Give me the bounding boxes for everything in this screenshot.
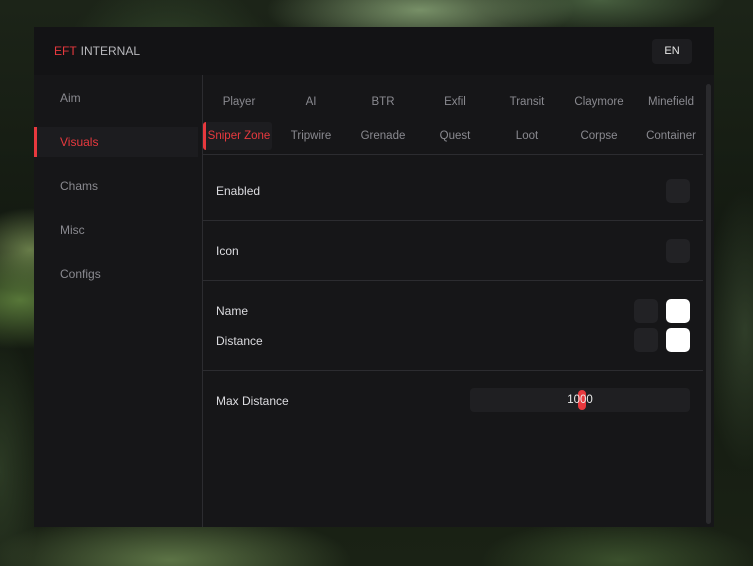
- distance-color-swatch[interactable]: [666, 328, 690, 352]
- section-divider: [203, 220, 703, 221]
- distance-checkbox[interactable]: [634, 328, 658, 352]
- distance-label: Distance: [216, 334, 263, 348]
- icon-label: Icon: [216, 244, 239, 258]
- max-distance-value: 1000: [567, 394, 593, 406]
- tab-btr[interactable]: BTR: [347, 88, 419, 116]
- brand-text: EFT: [54, 44, 77, 58]
- icon-checkbox[interactable]: [666, 239, 690, 263]
- enabled-label: Enabled: [216, 184, 261, 198]
- app-title: EFT INTERNAL: [54, 44, 140, 58]
- tab-quest[interactable]: Quest: [419, 122, 491, 150]
- tab-loot[interactable]: Loot: [491, 122, 563, 150]
- section-divider: [203, 370, 703, 371]
- sidebar-item-visuals[interactable]: Visuals: [34, 127, 198, 157]
- tab-ai[interactable]: AI: [275, 88, 347, 116]
- max-distance-slider[interactable]: 1000: [470, 388, 690, 412]
- enabled-checkbox[interactable]: [666, 179, 690, 203]
- tab-minefield[interactable]: Minefield: [635, 88, 707, 116]
- main-window: EFT INTERNAL EN Aim Visuals Chams Misc Co…: [34, 27, 714, 527]
- sidebar-item-misc[interactable]: Misc: [34, 215, 198, 245]
- sidebar-item-chams[interactable]: Chams: [34, 171, 198, 201]
- tab-container[interactable]: Container: [635, 122, 707, 150]
- name-color-swatch[interactable]: [666, 299, 690, 323]
- tab-transit[interactable]: Transit: [491, 88, 563, 116]
- sidebar-item-configs[interactable]: Configs: [34, 259, 198, 289]
- max-distance-label: Max Distance: [216, 394, 289, 408]
- title-bar: EFT INTERNAL EN: [34, 27, 714, 75]
- tab-sniper-zone[interactable]: Sniper Zone: [203, 122, 272, 150]
- tab-player[interactable]: Player: [203, 88, 275, 116]
- sidebar-item-aim[interactable]: Aim: [34, 83, 198, 113]
- section-divider: [203, 280, 703, 281]
- tab-claymore[interactable]: Claymore: [563, 88, 635, 116]
- tab-corpse[interactable]: Corpse: [563, 122, 635, 150]
- language-button[interactable]: EN: [652, 39, 692, 64]
- sidebar: Aim Visuals Chams Misc Configs: [34, 75, 202, 527]
- tabs-divider: [203, 154, 703, 155]
- name-label: Name: [216, 304, 249, 318]
- tab-tripwire[interactable]: Tripwire: [275, 122, 347, 150]
- name-checkbox[interactable]: [634, 299, 658, 323]
- tab-exfil[interactable]: Exfil: [419, 88, 491, 116]
- title-text: INTERNAL: [80, 44, 141, 58]
- scrollbar[interactable]: [706, 84, 711, 524]
- tab-grenade[interactable]: Grenade: [347, 122, 419, 150]
